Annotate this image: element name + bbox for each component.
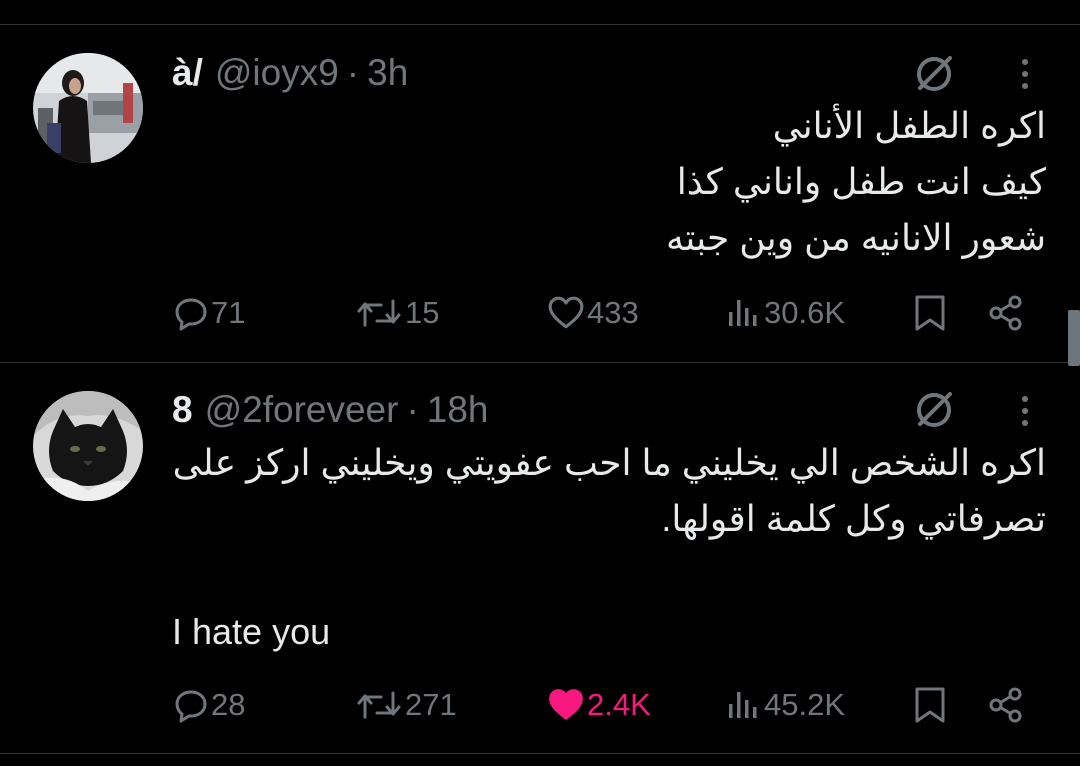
reply-count: 28 — [211, 687, 246, 722]
tweet-text-line: اكره الطفل الأناني — [772, 105, 1046, 146]
views-button[interactable]: 45.2K — [726, 680, 845, 730]
like-button[interactable]: 2.4K — [547, 680, 651, 730]
share-button[interactable] — [988, 680, 1024, 730]
tweet-text-english: I hate you — [172, 611, 331, 652]
tweet-text: اكره الطفل الأناني كيف انت طفل واناني كذ… — [666, 98, 1046, 266]
repost-count: 15 — [405, 295, 440, 330]
action-bar: 28 271 2.4K 45.2K — [0, 680, 1080, 730]
analytics-icon — [729, 692, 757, 718]
more-options-icon[interactable] — [1010, 50, 1040, 98]
bookmark-icon — [915, 295, 945, 331]
grok-icon[interactable] — [910, 386, 958, 434]
tweet[interactable]: 8 @2foreveer · 18h اكره الشخص الي يخليني… — [0, 363, 1080, 753]
tweet-text-line: شعور الانانيه من وين جبته — [665, 217, 1046, 258]
tweet-header: à/ @ioyx9 · 3h — [172, 48, 408, 98]
timestamp[interactable]: 18h — [427, 389, 489, 431]
like-count: 2.4K — [587, 687, 651, 722]
avatar[interactable] — [33, 391, 143, 501]
repost-icon — [357, 299, 401, 327]
action-bar: 71 15 433 30.6K — [0, 288, 1080, 338]
share-icon — [989, 687, 1022, 723]
views-button[interactable]: 30.6K — [726, 288, 845, 338]
separator-dot: · — [406, 389, 419, 430]
tweet-text-line: اكره الشخص الي يخليني ما احب عفويتي ويخل… — [172, 442, 1046, 483]
repost-icon — [357, 691, 401, 719]
reply-button[interactable]: 28 — [173, 680, 245, 730]
timestamp[interactable]: 3h — [367, 52, 408, 94]
share-icon — [989, 295, 1022, 331]
separator-dot: · — [346, 52, 360, 93]
user-handle[interactable]: @ioyx9 — [215, 52, 339, 94]
heart-filled-icon — [549, 689, 583, 720]
bookmark-button[interactable] — [912, 680, 948, 730]
analytics-icon — [729, 300, 757, 326]
share-button[interactable] — [988, 288, 1024, 338]
display-name[interactable]: à/ — [172, 52, 203, 94]
scrollbar-thumb[interactable] — [1068, 310, 1080, 366]
view-count: 45.2K — [764, 687, 846, 722]
reply-button[interactable]: 71 — [173, 288, 245, 338]
like-count: 433 — [587, 295, 639, 330]
avatar[interactable] — [33, 53, 143, 163]
tweet-header: 8 @2foreveer · 18h — [172, 385, 489, 435]
repost-count: 271 — [405, 687, 457, 722]
like-button[interactable]: 433 — [547, 288, 639, 338]
tweet[interactable]: à/ @ioyx9 · 3h اكره الطفل الأناني كيف ان… — [0, 0, 1080, 362]
grok-icon[interactable] — [910, 50, 958, 98]
bottom-divider — [0, 753, 1080, 754]
display-name[interactable]: 8 — [172, 389, 193, 431]
heart-icon — [548, 296, 584, 329]
bookmark-icon — [915, 687, 945, 723]
more-options-icon[interactable] — [1010, 387, 1040, 435]
reply-icon — [175, 690, 207, 723]
repost-button[interactable]: 271 — [355, 680, 457, 730]
bookmark-button[interactable] — [912, 288, 948, 338]
repost-button[interactable]: 15 — [355, 288, 439, 338]
view-count: 30.6K — [764, 295, 846, 330]
tweet-text-line: تصرفاتي وكل كلمة اقولها. — [661, 498, 1046, 539]
tweet-text: اكره الشخص الي يخليني ما احب عفويتي ويخل… — [173, 435, 1046, 547]
user-handle[interactable]: @2foreveer — [205, 389, 399, 431]
tweet-text-line: كيف انت طفل واناني كذا — [676, 161, 1046, 202]
reply-count: 71 — [211, 295, 246, 330]
reply-icon — [175, 298, 207, 331]
